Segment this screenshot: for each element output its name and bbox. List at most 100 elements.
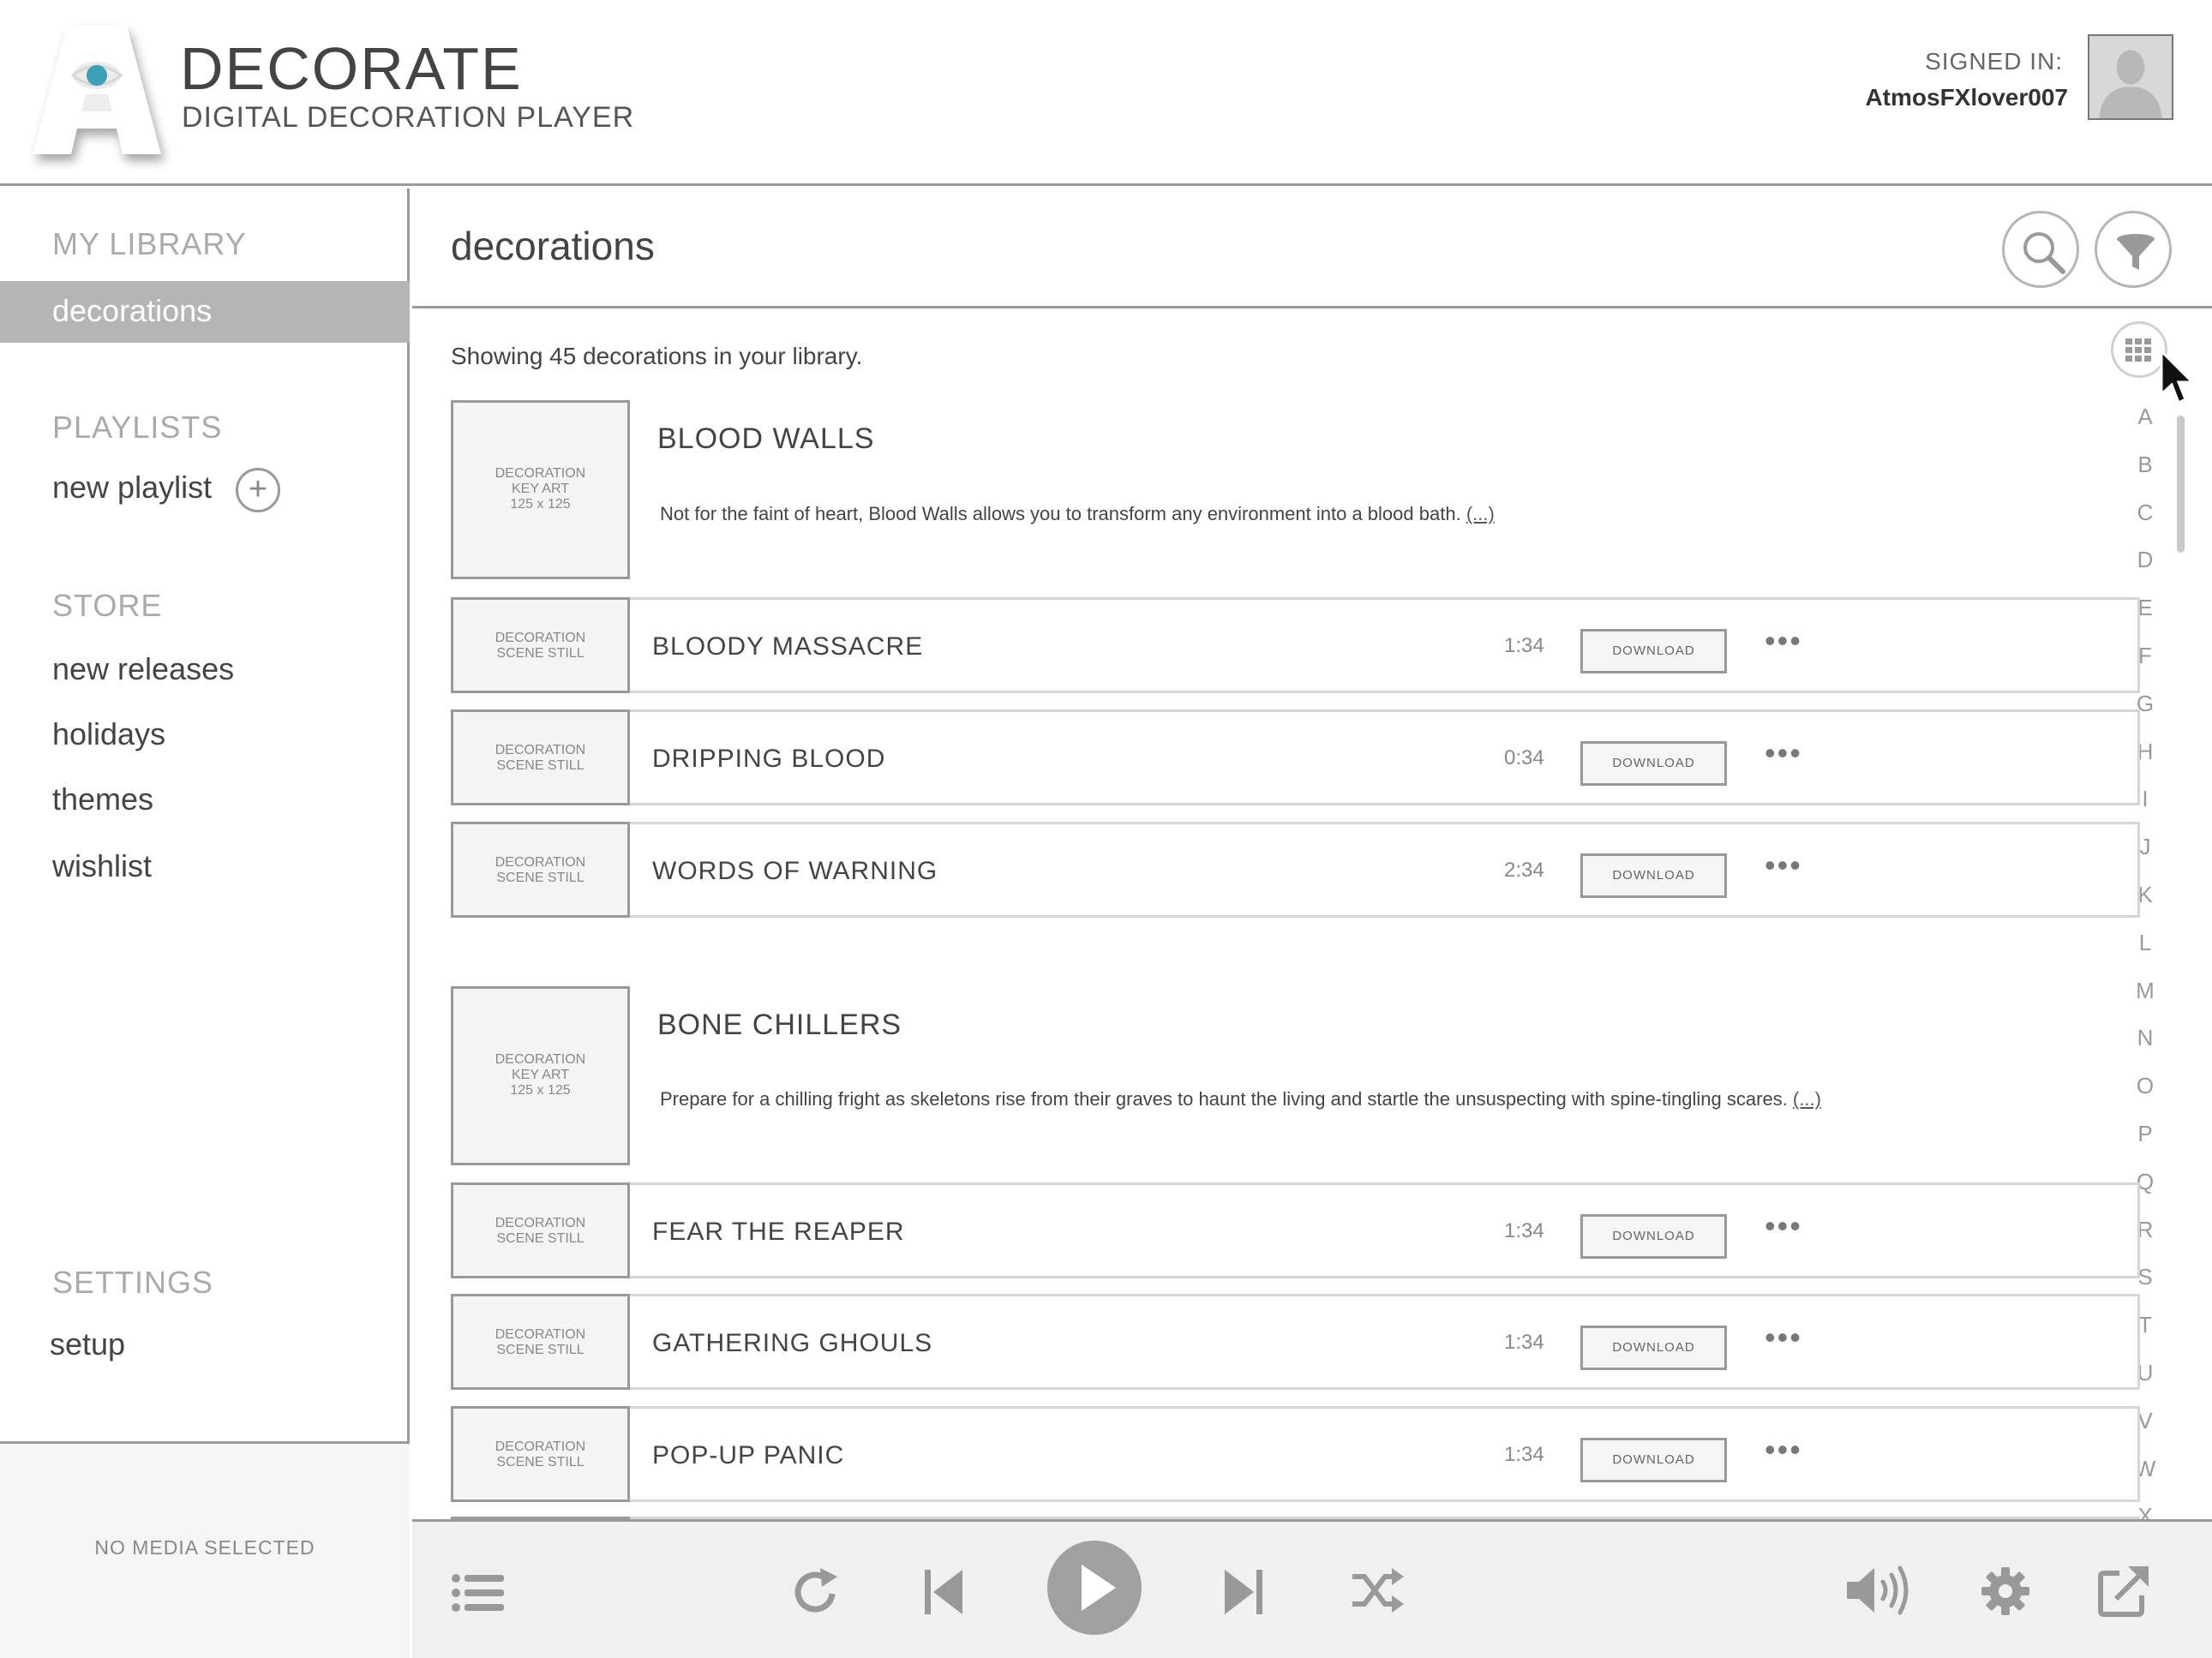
more-options-icon[interactable]: •••	[1765, 625, 1816, 658]
signed-in-label: SIGNED IN:	[1925, 48, 2063, 75]
item-title: POP-UP PANIC	[652, 1441, 845, 1469]
item-duration: 0:34	[1504, 746, 1544, 769]
scene-still-thumbnail[interactable]: DECORATION SCENE STILL	[451, 597, 630, 693]
alphabet-letter[interactable]: D	[2132, 547, 2158, 573]
item-title: DRIPPING BLOOD	[652, 745, 886, 773]
more-options-icon[interactable]: •••	[1765, 1322, 1816, 1355]
art-placeholder-label: KEY ART	[512, 482, 569, 496]
art-placeholder-label: 125 x 125	[510, 497, 571, 512]
list-item[interactable]: DECORATION SCENE STILL GATHERING GHOULS …	[451, 1294, 2140, 1390]
scene-still-thumbnail[interactable]: DECORATION SCENE STILL	[451, 1182, 630, 1278]
item-duration: 2:34	[1504, 859, 1544, 882]
list-item[interactable]: DECORATION SCENE STILL FEAR THE REAPER 1…	[451, 1182, 2140, 1278]
sidebar-item-setup[interactable]: setup	[50, 1326, 125, 1362]
list-item[interactable]: DECORATION SCENE STILL WORDS OF WARNING …	[451, 822, 2140, 918]
list-item[interactable]: DECORATION SCENE STILL DRIPPING BLOOD 0:…	[451, 709, 2140, 805]
library-heading: MY LIBRARY	[52, 226, 247, 261]
sidebar-item-wishlist[interactable]: wishlist	[52, 848, 152, 884]
sidebar-item-holidays[interactable]: holidays	[52, 716, 165, 752]
group-description: Prepare for a chilling fright as skeleto…	[660, 1088, 1821, 1110]
app-title: DECORATE	[180, 35, 523, 102]
alphabet-letter[interactable]: P	[2132, 1121, 2158, 1147]
page-title: decorations	[451, 224, 655, 268]
more-options-icon[interactable]: •••	[1765, 738, 1816, 770]
group-title[interactable]: BLOOD WALLS	[657, 422, 874, 456]
now-playing-status: NO MEDIA SELECTED	[94, 1536, 315, 1559]
art-placeholder-label: DECORATION	[495, 855, 586, 870]
read-more-link[interactable]: (...)	[1466, 503, 1495, 524]
alphabet-letter[interactable]: N	[2132, 1025, 2158, 1051]
alphabet-letter[interactable]: L	[2132, 930, 2158, 956]
art-placeholder-label: SCENE STILL	[496, 1455, 584, 1469]
art-placeholder-label: 125 x 125	[510, 1083, 571, 1098]
art-placeholder-label: KEY ART	[512, 1068, 569, 1082]
filter-button[interactable]	[2095, 211, 2172, 288]
playlists-heading: PLAYLISTS	[52, 410, 223, 445]
download-button[interactable]: DOWNLOAD	[1580, 629, 1727, 673]
repeat-icon[interactable]	[789, 1565, 844, 1619]
gear-icon[interactable]	[1981, 1566, 2030, 1616]
plus-icon: +	[248, 471, 268, 507]
group-description-text: Prepare for a chilling fright as skeleto…	[660, 1088, 1788, 1110]
skip-next-icon[interactable]	[1221, 1566, 1264, 1618]
download-button[interactable]: DOWNLOAD	[1580, 741, 1727, 786]
sidebar-item-themes[interactable]: themes	[52, 781, 153, 817]
download-button[interactable]: DOWNLOAD	[1580, 1326, 1727, 1370]
sidebar-item-decorations[interactable]: decorations	[0, 281, 410, 343]
external-link-icon[interactable]	[2097, 1565, 2150, 1618]
download-button[interactable]: DOWNLOAD	[1580, 853, 1727, 898]
download-button[interactable]: DOWNLOAD	[1580, 1214, 1727, 1259]
alphabet-letter[interactable]: B	[2132, 452, 2158, 478]
settings-heading: SETTINGS	[52, 1265, 214, 1300]
art-placeholder-label: SCENE STILL	[496, 646, 584, 661]
scrollbar-thumb[interactable]	[2177, 416, 2185, 553]
skip-previous-icon[interactable]	[923, 1566, 966, 1618]
username[interactable]: AtmosFXlover007	[1865, 84, 2068, 111]
sidebar-item-label: decorations	[52, 293, 213, 328]
shuffle-icon[interactable]	[1351, 1566, 1406, 1614]
sidebar: MY LIBRARY decorations PLAYLISTS new pla…	[0, 189, 410, 1658]
app-header: DECORATE DIGITAL DECORATION PLAYER SIGNE…	[0, 0, 2212, 186]
art-placeholder-label: DECORATION	[495, 743, 586, 757]
group-key-art[interactable]: DECORATION KEY ART 125 x 125	[451, 400, 630, 579]
eye-logo-icon[interactable]	[33, 26, 161, 154]
list-item[interactable]: DECORATION SCENE STILL BLOODY MASSACRE 1…	[451, 597, 2140, 693]
scene-still-thumbnail[interactable]: DECORATION SCENE STILL	[451, 1294, 630, 1390]
now-playing-panel: NO MEDIA SELECTED	[0, 1441, 410, 1658]
art-placeholder-label: DECORATION	[495, 631, 586, 645]
item-title: GATHERING GHOULS	[652, 1329, 933, 1357]
sidebar-item-new-releases[interactable]: new releases	[52, 651, 234, 687]
new-playlist-link[interactable]: new playlist	[52, 470, 212, 506]
art-placeholder-label: DECORATION	[495, 1440, 586, 1454]
scene-still-thumbnail[interactable]: DECORATION SCENE STILL	[451, 822, 630, 918]
group-key-art[interactable]: DECORATION KEY ART 125 x 125	[451, 986, 630, 1165]
list-icon[interactable]	[451, 1571, 506, 1614]
search-button[interactable]	[2002, 211, 2079, 288]
scene-still-thumbnail[interactable]: DECORATION SCENE STILL	[451, 1406, 630, 1502]
group-description: Not for the faint of heart, Blood Walls …	[660, 503, 1495, 525]
download-button[interactable]: DOWNLOAD	[1580, 1438, 1727, 1482]
scene-still-thumbnail[interactable]: DECORATION SCENE STILL	[451, 709, 630, 805]
read-more-link[interactable]: (...)	[1793, 1088, 1821, 1110]
add-playlist-button[interactable]: +	[236, 468, 280, 512]
list-item[interactable]: DECORATION SCENE STILL POP-UP PANIC 1:34…	[451, 1406, 2140, 1502]
more-options-icon[interactable]: •••	[1765, 850, 1816, 883]
alphabet-letter[interactable]: A	[2132, 404, 2158, 430]
group-title[interactable]: BONE CHILLERS	[657, 1009, 902, 1042]
funnel-icon	[2117, 234, 2155, 270]
play-button[interactable]	[1047, 1541, 1142, 1635]
more-options-icon[interactable]: •••	[1765, 1211, 1816, 1243]
alphabet-letter[interactable]: M	[2132, 978, 2158, 1004]
item-duration: 1:34	[1504, 1443, 1544, 1466]
volume-icon[interactable]	[1845, 1565, 1914, 1616]
art-placeholder-label: SCENE STILL	[496, 758, 584, 773]
more-options-icon[interactable]: •••	[1765, 1434, 1816, 1467]
item-duration: 1:34	[1504, 634, 1544, 657]
avatar[interactable]	[2088, 34, 2173, 120]
alphabet-letter[interactable]: C	[2132, 500, 2158, 526]
main-content: decorations Showing 45 decorations in yo…	[412, 189, 2212, 1519]
art-placeholder-label: DECORATION	[495, 1327, 586, 1342]
mouse-cursor-icon	[2160, 350, 2196, 405]
art-placeholder-label: DECORATION	[495, 1216, 586, 1230]
alphabet-letter[interactable]: O	[2132, 1073, 2158, 1099]
